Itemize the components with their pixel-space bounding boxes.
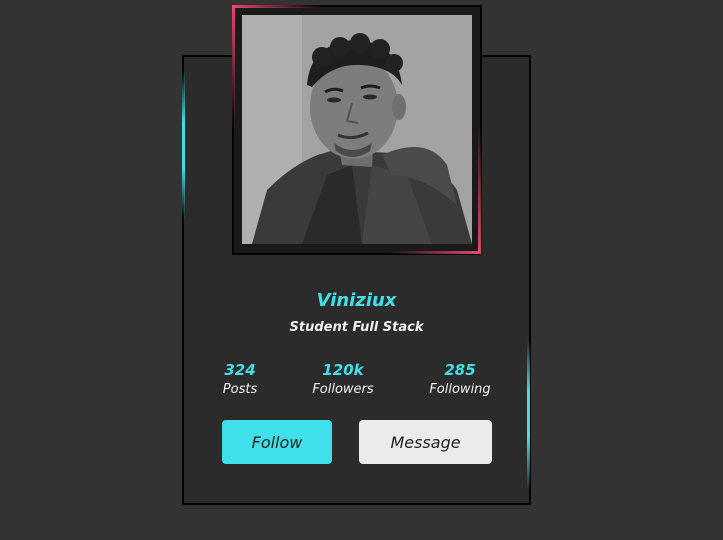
stat-following: 285 Following	[405, 361, 515, 401]
frame-accent-right	[478, 125, 481, 253]
frame-accent-left	[232, 5, 235, 130]
profile-name: Viniziux	[316, 290, 397, 311]
profile-photo-illustration	[242, 15, 472, 244]
follow-button[interactable]: Follow	[222, 420, 332, 464]
frame-accent-top	[232, 5, 322, 8]
message-button[interactable]: Message	[359, 420, 492, 464]
frame-accent-bottom	[390, 251, 481, 254]
stat-posts-label: Posts	[222, 382, 258, 397]
stat-posts-value: 324	[224, 361, 256, 379]
profile-photo	[242, 15, 472, 244]
stat-following-label: Following	[429, 382, 491, 397]
stat-followers-value: 120k	[322, 361, 364, 379]
stat-followers-label: Followers	[312, 382, 374, 397]
card-glow-left	[182, 70, 185, 220]
stat-posts: 324 Posts	[185, 361, 295, 401]
stat-followers: 120k Followers	[288, 361, 398, 401]
card-glow-right	[527, 340, 530, 490]
stat-following-value: 285	[444, 361, 476, 379]
profile-role: Student Full Stack	[289, 320, 424, 335]
